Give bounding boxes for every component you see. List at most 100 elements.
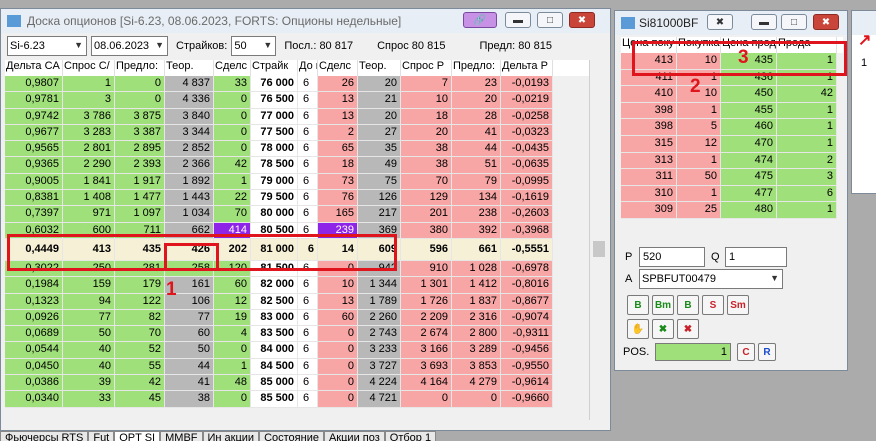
option-cell[interactable]: 2 743 [358,326,401,343]
option-cell[interactable]: 0 [214,342,251,359]
bid-cell[interactable]: 5 [677,119,721,136]
option-cell[interactable]: -0,6978 [501,260,553,278]
column-header[interactable]: Теор. [165,60,214,76]
option-cell[interactable]: 85 500 [251,391,298,408]
option-cell[interactable]: 1 034 [165,206,214,223]
option-cell[interactable]: 38 [401,141,452,158]
option-cell[interactable]: 3 853 [452,358,501,376]
tab-5[interactable]: Состояние [259,431,324,441]
option-cell[interactable]: -0,9660 [501,391,553,408]
tab-2[interactable]: OPT SI [114,431,161,441]
option-cell[interactable]: 49 [358,157,401,174]
option-cell[interactable]: 0,9565 [5,141,63,158]
option-row[interactable]: 0,9565 2 801 2 895 2 852 0 78 000 6 65 35 38 44 -0,… [5,141,589,158]
option-cell[interactable]: 33 [63,391,115,408]
option-cell[interactable]: 18 [401,108,452,125]
bid-cell[interactable]: 310 [621,185,677,203]
option-cell[interactable]: 0,1323 [5,293,63,310]
option-cell[interactable]: 0,9742 [5,108,63,125]
option-cell[interactable]: 1 841 [63,173,115,191]
option-cell[interactable]: 45 [115,391,165,408]
option-row[interactable]: 0,0340 33 45 38 0 85 500 6 0 4 721 0 0 -0,9660 [5,391,589,408]
option-cell[interactable]: 79 000 [251,173,298,191]
option-cell[interactable]: 0 [452,391,501,408]
ask-cell[interactable]: 475 [721,169,777,186]
option-cell[interactable]: 2 316 [452,309,501,327]
book-row[interactable]: 313 1 474 2 [621,152,843,170]
option-row[interactable]: 0,9677 3 283 3 387 3 344 0 77 500 6 2 27 20 41 -0,0… [5,124,589,142]
order-book-table[interactable]: 413 10 435 1 411 1 436 1 410 10 450 42 398 1 455 1 398 5 4… [621,53,843,225]
option-cell[interactable]: 1 408 [63,190,115,207]
book-row[interactable]: 315 12 470 1 [621,135,843,153]
option-cell[interactable]: 126 [358,190,401,207]
sell-market-button[interactable]: Sm [727,295,749,315]
option-cell[interactable]: 6 [298,293,318,310]
option-cell[interactable]: 76 500 [251,92,298,109]
option-cell[interactable]: 122 [115,293,165,310]
option-cell[interactable]: 0,9781 [5,92,63,109]
option-cell[interactable]: 2 [318,124,358,142]
bid-cell[interactable]: 12 [677,135,721,153]
ask-cell[interactable]: 455 [721,102,777,120]
option-cell[interactable]: -0,0193 [501,76,553,93]
option-cell[interactable]: -0,8677 [501,293,553,310]
option-cell[interactable]: 70 [401,173,452,191]
bid-cell[interactable]: 410 [621,86,677,103]
option-cell[interactable]: -0,0323 [501,124,553,142]
option-cell[interactable]: 2 366 [165,157,214,174]
option-cell[interactable]: 60 [214,277,251,294]
option-cell[interactable]: 3 344 [165,124,214,142]
option-cell[interactable]: 179 [115,277,165,294]
ask-cell[interactable]: 3 [777,169,837,186]
option-cell[interactable]: 217 [358,206,401,223]
option-cell[interactable]: 4 336 [165,92,214,109]
option-cell[interactable]: 44 [452,141,501,158]
option-row[interactable]: 0,9781 3 0 4 336 0 76 500 6 13 21 10 20 -0,0219 [5,92,589,109]
option-cell[interactable]: 3 233 [358,342,401,359]
option-row[interactable]: 0,0926 77 82 77 19 83 000 6 60 2 260 2 209 2 316 -0… [5,309,589,327]
option-cell[interactable]: 83 500 [251,326,298,343]
option-cell[interactable]: 3 693 [401,358,452,376]
option-cell[interactable]: 1 412 [452,277,501,294]
option-cell[interactable]: 77 000 [251,108,298,125]
option-cell[interactable]: 6 [298,326,318,343]
option-cell[interactable]: 2 852 [165,141,214,158]
maximize-button[interactable]: □ [781,14,807,30]
option-cell[interactable]: 6 [298,342,318,359]
option-cell[interactable]: 910 [401,260,452,278]
option-cell[interactable]: 661 [452,238,501,261]
option-cell[interactable]: -0,8016 [501,277,553,294]
option-cell[interactable]: 2 895 [115,141,165,158]
option-cell[interactable]: 3 727 [358,358,401,376]
option-cell[interactable]: 2 260 [358,309,401,327]
option-cell[interactable]: 6 [298,157,318,174]
option-cell[interactable]: 33 [214,76,251,93]
option-cell[interactable]: 0,9677 [5,124,63,142]
option-cell[interactable]: 6 [298,124,318,142]
option-cell[interactable]: 77 [63,309,115,327]
option-cell[interactable]: 0,8381 [5,190,63,207]
option-cell[interactable]: -0,0635 [501,157,553,174]
option-cell[interactable]: 1 789 [358,293,401,310]
option-cell[interactable]: 83 000 [251,309,298,327]
option-cell[interactable]: 1 301 [401,277,452,294]
column-header[interactable]: Теор. [358,60,401,76]
option-row[interactable]: 0,7397 971 1 097 1 034 70 80 000 6 165 217 201 238… [5,206,589,223]
tab-3[interactable]: MMBF [160,431,203,441]
option-cell[interactable]: 0,7397 [5,206,63,223]
option-cell[interactable]: 78 000 [251,141,298,158]
option-cell[interactable]: 6 [298,391,318,408]
option-row[interactable]: 0,8381 1 408 1 477 1 443 22 79 500 6 76 126 129 13… [5,190,589,207]
option-cell[interactable]: 20 [358,108,401,125]
book-row[interactable]: 311 50 475 3 [621,169,843,186]
option-cell[interactable]: 13 [318,293,358,310]
option-row[interactable]: 0,1323 94 122 106 12 82 500 6 13 1 789 1 726 1 837… [5,293,589,310]
option-cell[interactable]: 60 [318,309,358,327]
ask-cell[interactable]: 1 [777,202,837,219]
option-cell[interactable]: 0,0689 [5,326,63,343]
option-cell[interactable]: 79 500 [251,190,298,207]
option-cell[interactable]: 51 [452,157,501,174]
column-header[interactable]: Дельта CA [5,60,63,76]
option-cell[interactable]: 0,1984 [5,277,63,294]
option-cell[interactable]: 84 500 [251,358,298,376]
